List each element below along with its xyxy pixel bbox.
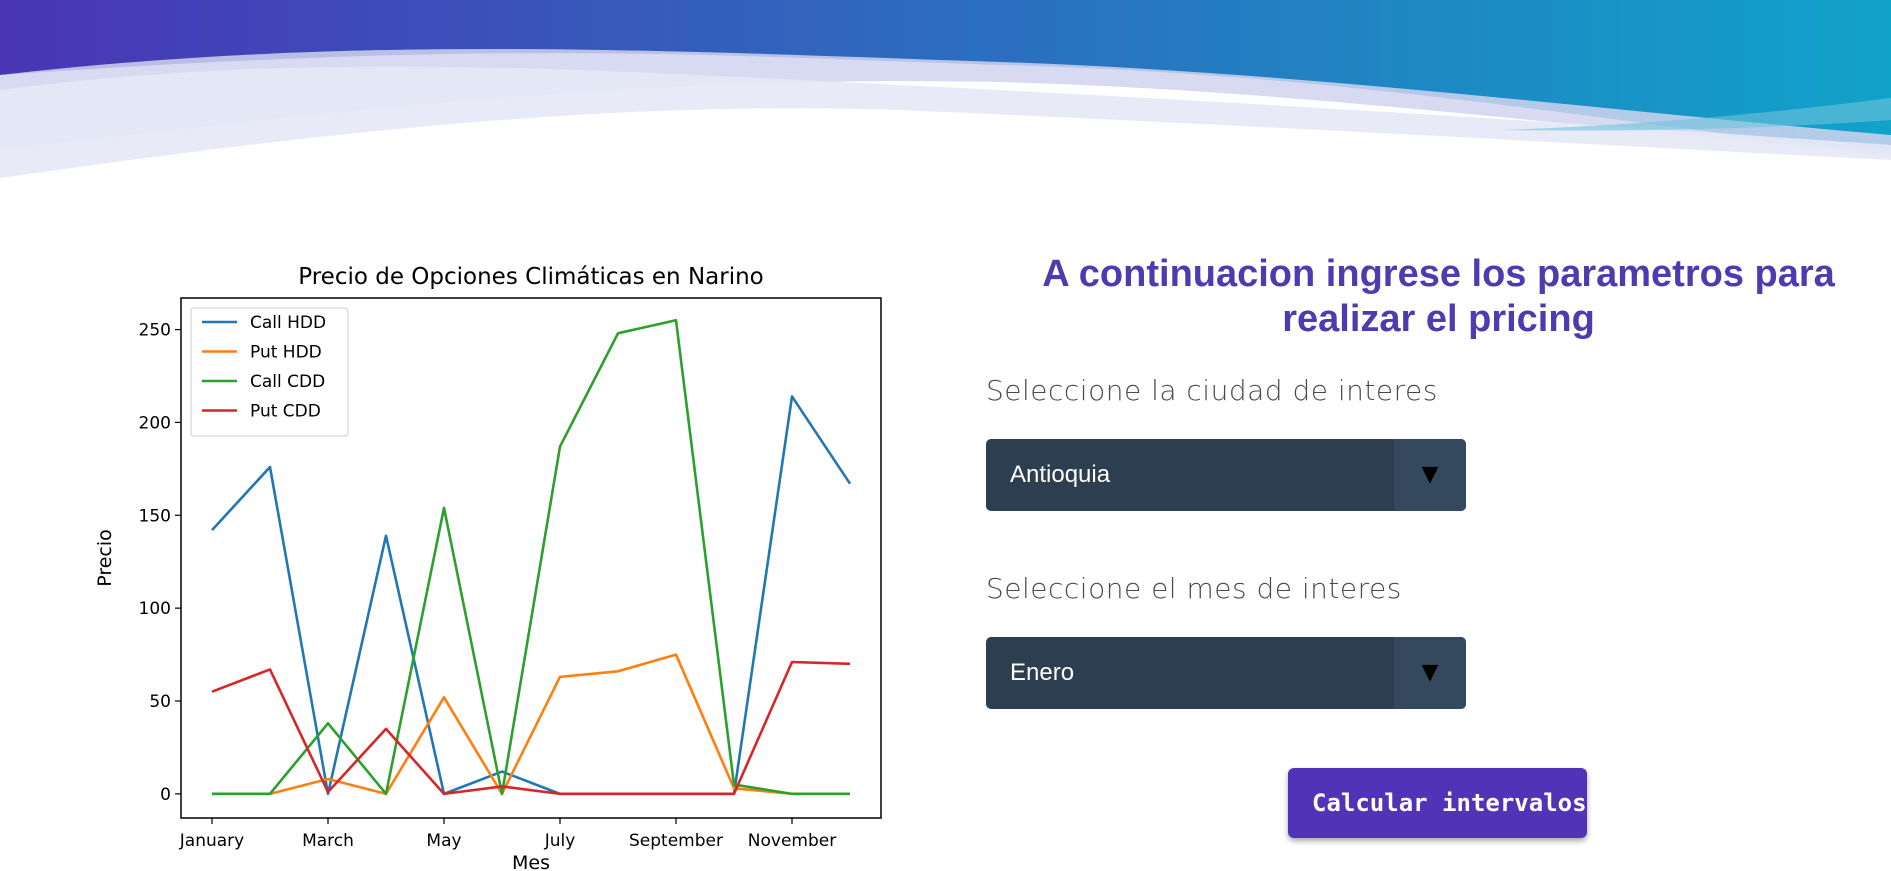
city-select-toggle[interactable]: ▼ <box>1394 439 1466 511</box>
calculate-intervals-button[interactable]: Calcular intervalos <box>1288 768 1587 838</box>
legend-label: Call CDD <box>250 372 325 392</box>
y-axis-label: Precio <box>94 529 116 587</box>
line-chart: Precio de Opciones Climáticas en Narino … <box>94 264 882 871</box>
chart-legend: Call HDD Put HDD Call CDD Put CDD <box>190 307 349 437</box>
chevron-down-icon: ▼ <box>1421 660 1439 685</box>
legend-label: Put CDD <box>250 402 321 422</box>
x-tick-label: September <box>629 831 723 851</box>
month-select-toggle[interactable]: ▼ <box>1394 637 1466 709</box>
y-tick-label: 150 <box>139 506 171 526</box>
city-select-value: Antioquia <box>1010 461 1111 488</box>
legend-label: Call HDD <box>250 313 326 333</box>
calculate-intervals-label: Calcular intervalos <box>1312 789 1587 817</box>
legend-label: Put HDD <box>250 343 322 363</box>
x-tick-label: March <box>302 831 354 851</box>
month-select-value: Enero <box>1010 659 1075 686</box>
city-select[interactable]: Antioquia ▼ <box>986 439 1466 511</box>
header-wave-banner <box>0 0 1891 178</box>
y-tick-label: 0 <box>160 785 171 805</box>
x-tick-label: May <box>426 831 461 851</box>
chart-title: Precio de Opciones Climáticas en Narino <box>298 264 764 290</box>
x-axis-label: Mes <box>512 852 550 871</box>
x-tick-label: July <box>544 831 576 851</box>
chevron-down-icon: ▼ <box>1421 462 1439 487</box>
pricing-form: A continuacion ingrese los parametros pa… <box>986 252 1891 709</box>
form-title: A continuacion ingrese los parametros pa… <box>1042 253 1835 340</box>
x-tick-label: November <box>748 831 836 851</box>
city-label: Seleccione la ciudad de interes <box>986 374 1438 407</box>
x-tick-label: January <box>179 831 244 851</box>
month-label: Seleccione el mes de interes <box>986 572 1402 605</box>
month-select[interactable]: Enero ▼ <box>986 637 1466 709</box>
y-tick-label: 250 <box>139 321 171 341</box>
y-tick-label: 200 <box>139 413 171 433</box>
y-tick-label: 100 <box>139 599 171 619</box>
y-tick-label: 50 <box>149 692 171 712</box>
